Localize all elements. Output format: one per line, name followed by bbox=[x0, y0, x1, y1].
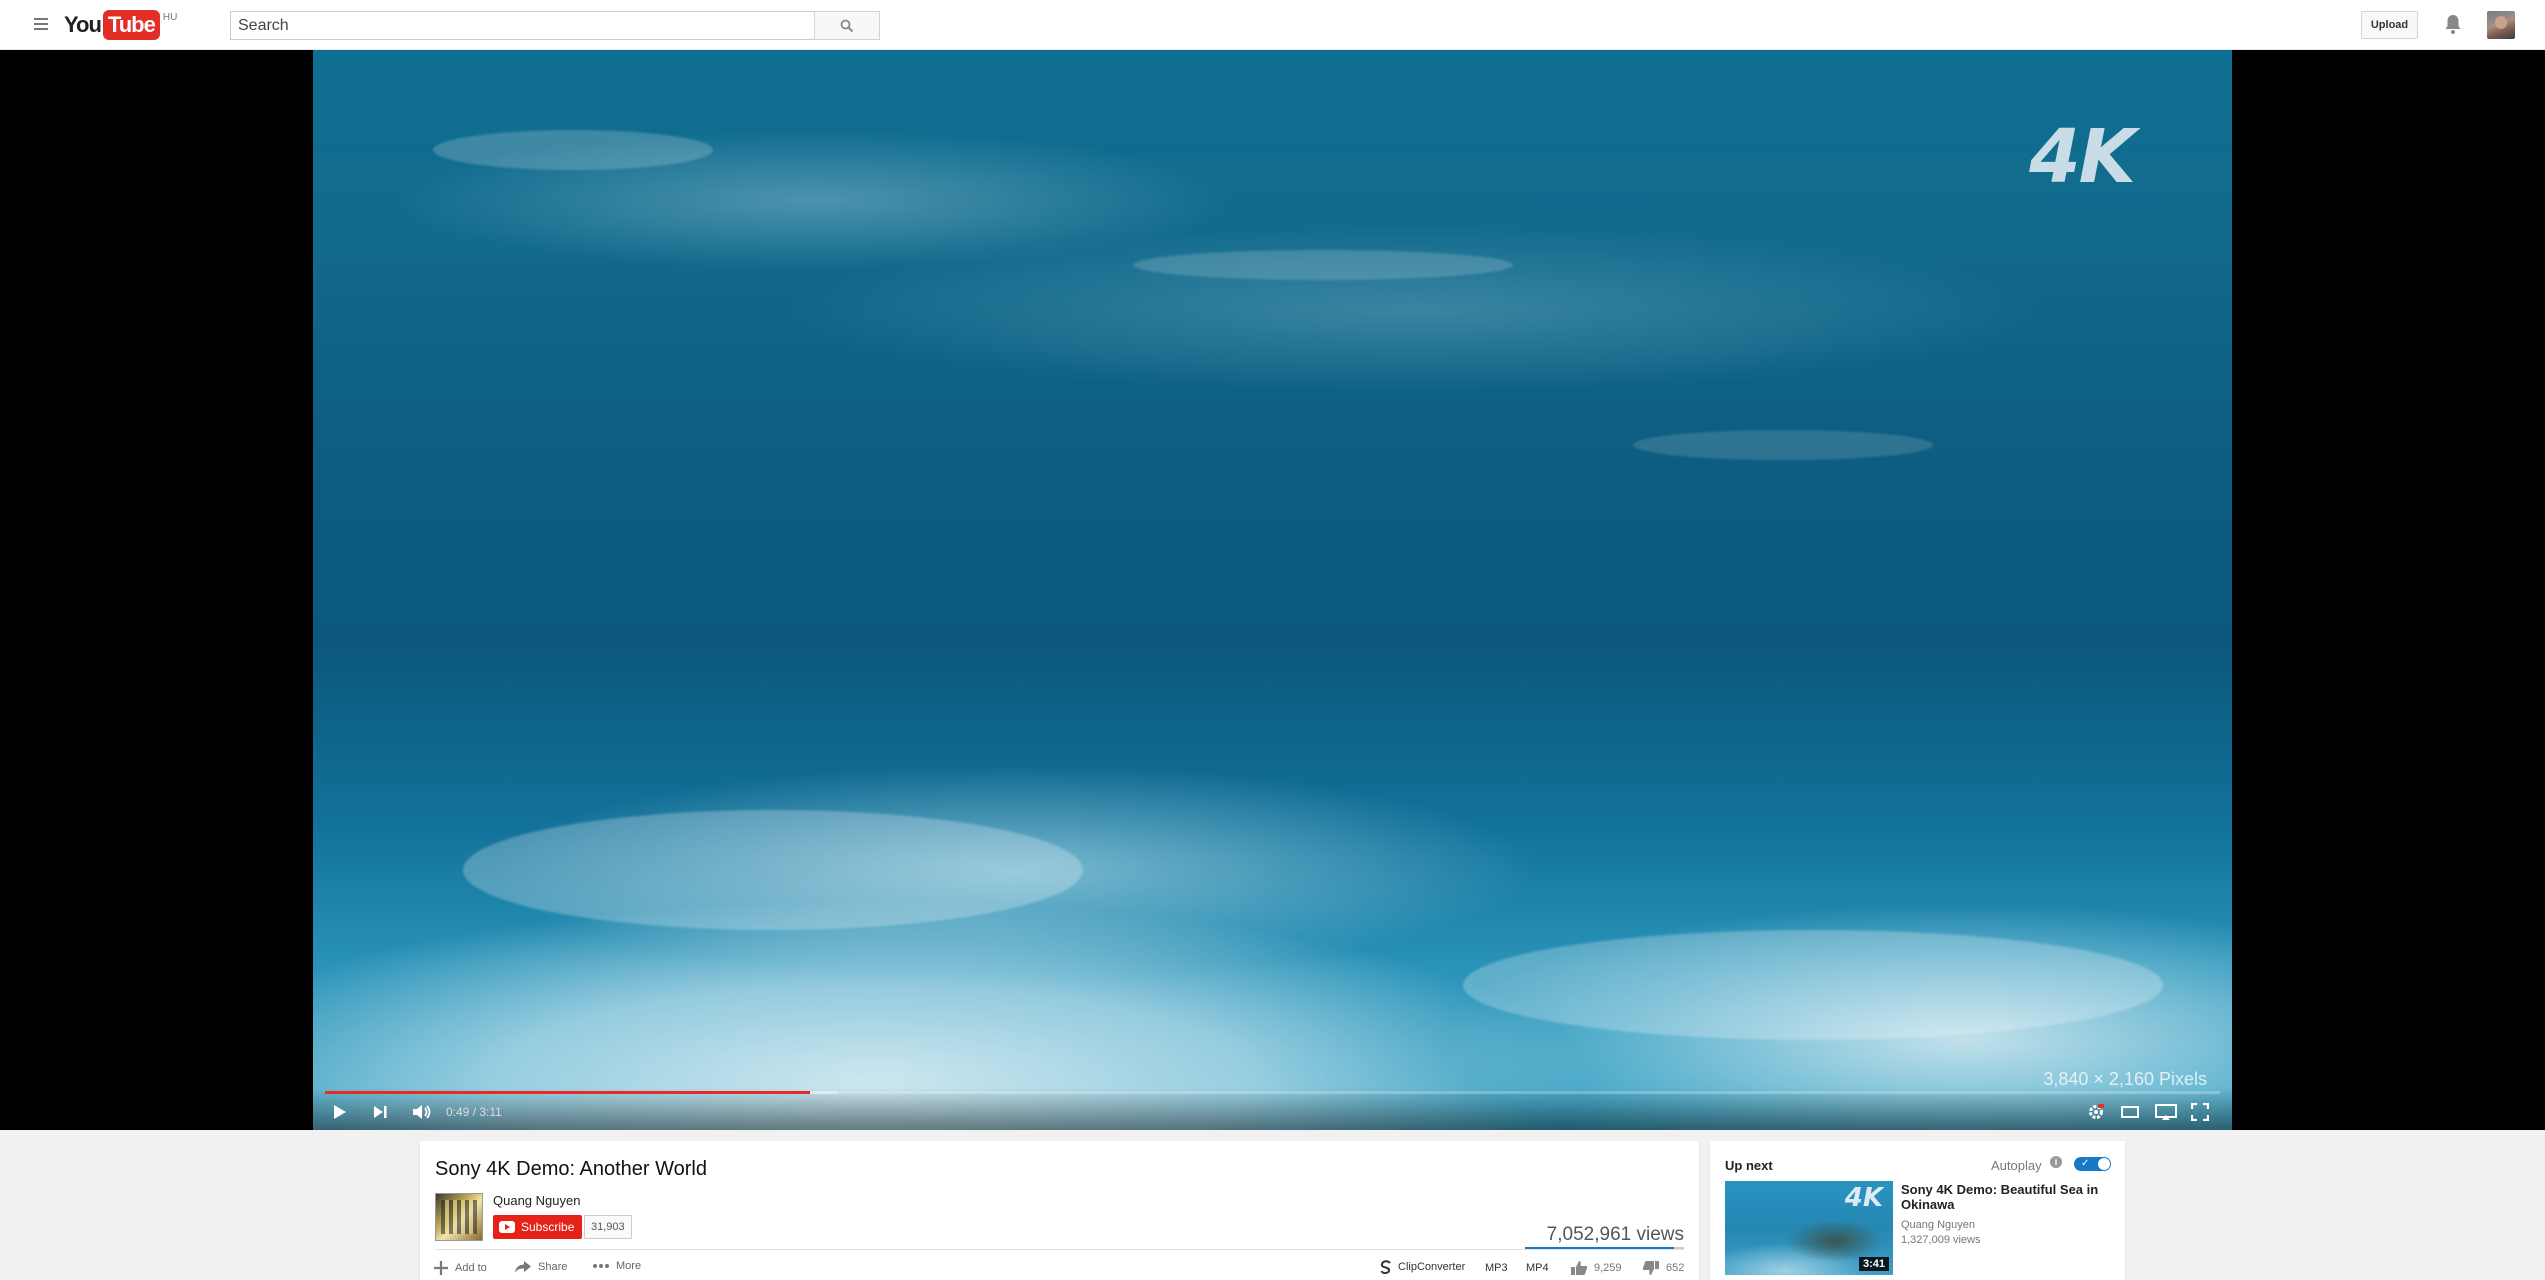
divider bbox=[435, 1249, 1684, 1250]
theater-mode-button[interactable] bbox=[2118, 1102, 2142, 1122]
logo-tube-text: Tube bbox=[102, 10, 160, 40]
thumbs-up-icon bbox=[1571, 1261, 1588, 1275]
next-video-views: 1,327,009 views bbox=[1901, 1234, 1981, 1246]
plus-icon bbox=[434, 1261, 448, 1275]
volume-icon bbox=[413, 1105, 431, 1119]
video-info-panel: Sony 4K Demo: Another World Quang Nguyen… bbox=[420, 1141, 1699, 1280]
share-button[interactable]: Share bbox=[514, 1260, 567, 1274]
up-next-heading: Up next bbox=[1725, 1158, 1773, 1173]
subscriber-count: 31,903 bbox=[584, 1215, 632, 1239]
like-button[interactable]: 9,259 bbox=[1570, 1260, 1622, 1276]
upload-button[interactable]: Upload bbox=[2361, 11, 2418, 39]
notifications-bell-icon[interactable] bbox=[2442, 12, 2464, 36]
mp3-link[interactable]: MP3 bbox=[1485, 1262, 1508, 1274]
masthead: You Tube HU Upload bbox=[0, 0, 2545, 50]
search-icon bbox=[840, 19, 854, 32]
youtube-logo[interactable]: You Tube HU bbox=[64, 10, 177, 40]
video-title: Sony 4K Demo: Another World bbox=[435, 1158, 707, 1180]
video-player[interactable]: 4K 3,840 × 2,160 Pixels 0:49 / 3:11 bbox=[313, 50, 2232, 1130]
video-4k-watermark: 4K bbox=[2029, 114, 2136, 200]
share-icon bbox=[515, 1261, 531, 1273]
resolution-caption: 3,840 × 2,160 Pixels bbox=[2043, 1069, 2207, 1089]
skip-next-icon bbox=[374, 1106, 387, 1118]
info-icon[interactable]: i bbox=[2050, 1156, 2062, 1168]
next-button[interactable] bbox=[368, 1102, 392, 1122]
more-button[interactable]: More bbox=[592, 1260, 641, 1272]
add-to-label: Add to bbox=[455, 1262, 487, 1274]
add-to-button[interactable]: Add to bbox=[433, 1260, 487, 1276]
up-next-panel: Up next Autoplay i ✓ 4K 3:41 Sony 4K Dem… bbox=[1710, 1141, 2125, 1280]
logo-you-text: You bbox=[64, 12, 102, 37]
clipconverter-label: ClipConverter bbox=[1398, 1261, 1466, 1273]
time-display: 0:49 / 3:11 bbox=[446, 1105, 502, 1119]
more-label: More bbox=[616, 1260, 642, 1272]
like-ratio-bar bbox=[1525, 1247, 1684, 1249]
next-video-title[interactable]: Sony 4K Demo: Beautiful Sea in Okinawa bbox=[1901, 1182, 2111, 1212]
menu-icon[interactable] bbox=[30, 15, 52, 35]
cast-button[interactable] bbox=[2153, 1102, 2179, 1122]
more-dots-icon bbox=[593, 1264, 609, 1268]
subscribe-button[interactable]: Subscribe bbox=[493, 1215, 583, 1239]
subscribe-label: Subscribe bbox=[521, 1220, 575, 1234]
thumbs-down-icon bbox=[1642, 1261, 1659, 1275]
clipconverter-button[interactable]: ClipConverter bbox=[1380, 1260, 1465, 1274]
played-bar bbox=[325, 1091, 811, 1094]
video-duration: 3:41 bbox=[1858, 1257, 1889, 1271]
play-icon bbox=[334, 1105, 346, 1119]
share-label: Share bbox=[538, 1261, 568, 1273]
player-controls: 0:49 / 3:11 bbox=[313, 1088, 2232, 1130]
youtube-play-icon bbox=[499, 1221, 515, 1233]
channel-name-link[interactable]: Quang Nguyen bbox=[493, 1193, 580, 1208]
dislike-button[interactable]: 652 bbox=[1642, 1260, 1684, 1276]
progress-bar[interactable] bbox=[325, 1091, 2220, 1094]
thumbnail-4k-badge: 4K bbox=[1844, 1183, 1883, 1213]
mp4-link[interactable]: MP4 bbox=[1526, 1262, 1549, 1274]
avatar[interactable] bbox=[2487, 11, 2515, 39]
fullscreen-icon bbox=[2191, 1103, 2209, 1121]
channel-avatar[interactable] bbox=[435, 1193, 483, 1241]
fullscreen-button[interactable] bbox=[2188, 1102, 2212, 1122]
theater-mode-icon bbox=[2121, 1106, 2139, 1118]
autoplay-label: Autoplay bbox=[1991, 1158, 2042, 1173]
dislike-count: 652 bbox=[1666, 1262, 1685, 1274]
search-button[interactable] bbox=[814, 11, 880, 40]
view-count: 7,052,961 views bbox=[1546, 1224, 1684, 1245]
search-input[interactable] bbox=[230, 11, 815, 40]
logo-country-code: HU bbox=[162, 12, 178, 23]
like-count: 9,259 bbox=[1594, 1262, 1622, 1274]
like-ratio-fill bbox=[1525, 1247, 1674, 1249]
volume-button[interactable] bbox=[408, 1102, 436, 1122]
gear-icon bbox=[2089, 1104, 2104, 1119]
settings-button[interactable] bbox=[2084, 1102, 2108, 1122]
next-video-channel: Quang Nguyen bbox=[1901, 1219, 1975, 1231]
autoplay-toggle[interactable]: ✓ bbox=[2074, 1157, 2111, 1171]
checkmark-icon: ✓ bbox=[2081, 1158, 2090, 1169]
next-video-thumbnail[interactable]: 4K 3:41 bbox=[1725, 1181, 1893, 1275]
cast-icon bbox=[2155, 1104, 2177, 1120]
play-button[interactable] bbox=[328, 1102, 352, 1122]
clipconverter-icon bbox=[1380, 1260, 1391, 1274]
